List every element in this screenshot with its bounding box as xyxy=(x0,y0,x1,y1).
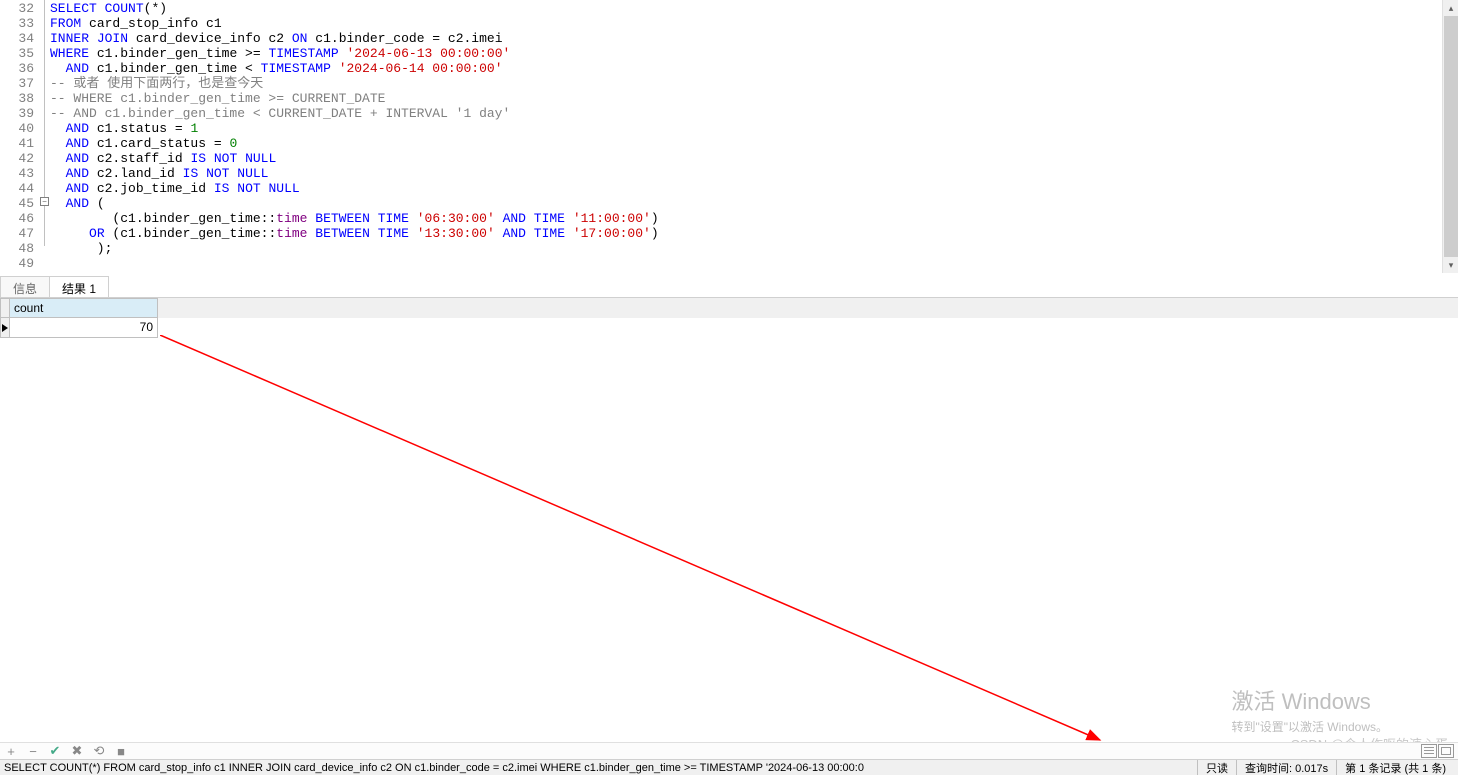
status-query-text: SELECT COUNT(*) FROM card_stop_info c1 I… xyxy=(4,762,1197,774)
sql-editor[interactable]: 323334353637383940414243444546474849 − S… xyxy=(0,0,1442,273)
fold-gutter: − xyxy=(40,0,50,273)
refresh-button[interactable]: ⟲ xyxy=(92,743,106,759)
scroll-down-icon[interactable]: ▾ xyxy=(1443,257,1458,273)
result-tabs: 信息 结果 1 xyxy=(0,276,1458,298)
scroll-thumb[interactable] xyxy=(1444,16,1458,257)
status-query-time: 查询时间: 0.017s xyxy=(1236,760,1336,775)
result-grid[interactable]: count 70 xyxy=(0,298,1458,742)
row-indicator-icon xyxy=(0,318,10,338)
grid-view-icon[interactable] xyxy=(1421,744,1437,758)
status-bar: SELECT COUNT(*) FROM card_stop_info c1 I… xyxy=(0,759,1458,775)
table-row[interactable]: 70 xyxy=(0,318,1458,338)
stop-button[interactable]: ■ xyxy=(114,744,128,759)
tab-result-1[interactable]: 结果 1 xyxy=(49,276,109,297)
delete-row-button[interactable]: − xyxy=(26,744,40,759)
grid-corner xyxy=(0,298,10,318)
code-area[interactable]: SELECT COUNT(*)FROM card_stop_info c1INN… xyxy=(50,0,1442,273)
tab-info[interactable]: 信息 xyxy=(0,276,50,297)
cancel-button[interactable]: ✖ xyxy=(70,743,84,759)
scroll-up-icon[interactable]: ▴ xyxy=(1443,0,1458,16)
editor-vertical-scrollbar[interactable]: ▴ ▾ xyxy=(1442,0,1458,273)
column-header-count[interactable]: count xyxy=(10,298,158,318)
status-record-count: 第 1 条记录 (共 1 条) xyxy=(1336,760,1454,775)
apply-button[interactable]: ✔ xyxy=(48,743,62,759)
form-view-icon[interactable] xyxy=(1438,744,1454,758)
fold-handle-icon[interactable]: − xyxy=(40,197,49,206)
cell-count-value[interactable]: 70 xyxy=(10,318,158,338)
add-row-button[interactable]: + xyxy=(4,744,18,759)
line-number-gutter: 323334353637383940414243444546474849 xyxy=(0,0,40,273)
view-mode-toggle[interactable] xyxy=(1421,744,1454,758)
status-readonly: 只读 xyxy=(1197,760,1236,775)
grid-toolbar: + − ✔ ✖ ⟲ ■ xyxy=(0,742,1458,759)
